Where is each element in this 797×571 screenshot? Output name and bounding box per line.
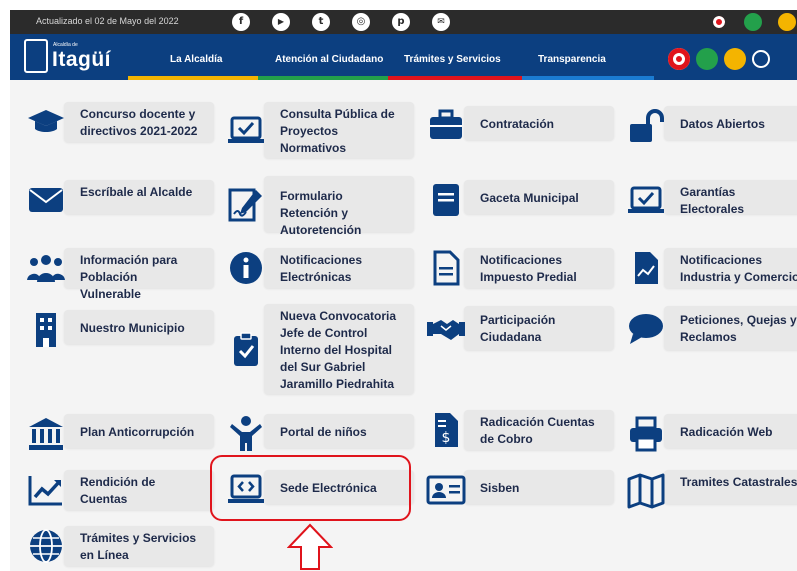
- tile-label: Plan Anticorrupción: [80, 424, 195, 439]
- svg-text:$: $: [442, 430, 451, 446]
- twitter-icon[interactable]: t: [312, 13, 330, 31]
- id-card-icon: [426, 470, 466, 515]
- tile-label: Garantías Electorales: [680, 185, 745, 216]
- mail-icon[interactable]: ✉: [432, 13, 450, 31]
- logo-text: Itagüí: [52, 48, 111, 71]
- chart-line-icon: [26, 470, 66, 515]
- tile-label: Participación Ciudadana: [480, 313, 556, 344]
- main-header: Alcaldía de Itagüí La Alcaldía Atención …: [10, 34, 797, 80]
- tile-label: Notificaciones Impuesto Predial: [480, 253, 577, 284]
- crest-icon: [24, 39, 48, 73]
- signature-icon: [226, 184, 266, 229]
- laptop-check-icon: [226, 110, 266, 155]
- people-icon: [26, 248, 66, 293]
- tile-label: Formulario Retención y Autoretención: [280, 189, 362, 237]
- tile-label: Sisben: [480, 480, 520, 495]
- handshake-icon: [426, 308, 466, 353]
- top-info-bar: Actualizado el 02 de Mayo del 2022 f ▶ t…: [10, 10, 797, 34]
- clipboard-check-icon: [226, 329, 266, 374]
- info-icon: [226, 248, 266, 293]
- child-icon: [226, 414, 266, 459]
- eye-accessibility-icon[interactable]: [710, 13, 728, 31]
- briefcase-icon: [426, 106, 466, 151]
- tile-label: Radicación Cuentas de Cobro: [480, 415, 595, 446]
- printer-icon: [626, 414, 666, 459]
- tile-label: Concurso docente y directivos 2021-2022: [80, 107, 198, 138]
- tile-label: Tramites Catastrales: [680, 475, 797, 489]
- document-icon: [426, 248, 466, 293]
- graduation-cap-icon: [26, 102, 66, 147]
- envelope-icon: [26, 180, 66, 225]
- tile-label: Contratación: [480, 116, 555, 131]
- sign-language-icon[interactable]: [744, 13, 762, 31]
- tile-label: Rendición de Cuentas: [80, 475, 156, 506]
- eye-accessibility-icon[interactable]: [668, 48, 690, 70]
- tile-label: Información para Población Vulnerable: [80, 253, 178, 301]
- tile-label: Trámites y Servicios en Línea: [80, 531, 197, 562]
- nav-atencion-ciudadano[interactable]: Atención al Ciudadano: [275, 54, 383, 65]
- pinterest-icon[interactable]: p: [392, 13, 410, 31]
- tile-label: Nuestro Municipio: [80, 320, 185, 335]
- up-arrow-icon: [287, 523, 333, 570]
- tile-label: Notificaciones Industria y Comercio: [680, 253, 797, 284]
- sign-language-icon[interactable]: [696, 48, 718, 70]
- tile-label: Notificaciones Electrónicas: [280, 253, 363, 284]
- tile-label: Datos Abiertos: [680, 116, 765, 131]
- laptop-check-icon: [626, 180, 666, 225]
- tile-label: Radicación Web: [680, 424, 773, 439]
- invoice-icon: $: [426, 410, 466, 455]
- update-date: Actualizado el 02 de Mayo del 2022: [36, 16, 179, 26]
- magnifier-icon[interactable]: [752, 50, 770, 68]
- tile-label: Peticiones, Quejas y Reclamos: [680, 313, 797, 344]
- building-icon: [26, 310, 66, 355]
- sede-electronica-highlight: [210, 455, 411, 521]
- instagram-icon[interactable]: ◎: [352, 13, 370, 31]
- youtube-icon[interactable]: ▶: [272, 13, 290, 31]
- tile-label: Gaceta Municipal: [480, 190, 579, 205]
- itagui-logo[interactable]: Alcaldía de Itagüí: [24, 39, 111, 75]
- map-icon: [626, 470, 666, 515]
- nav-transparencia[interactable]: Transparencia: [538, 54, 606, 65]
- globe-icon: [26, 526, 66, 571]
- tile-label: Portal de niños: [280, 424, 367, 439]
- unlock-icon: [626, 106, 666, 151]
- book-icon: [426, 180, 466, 225]
- wheelchair-icon[interactable]: [778, 13, 796, 31]
- tile-label: Nueva Convocatoria Jefe de Control Inter…: [280, 309, 397, 391]
- document-chart-icon: [626, 248, 666, 293]
- tile-label: Escríbale al Alcalde: [80, 185, 193, 199]
- bank-icon: [26, 414, 66, 459]
- nav-tramites-servicios[interactable]: Trámites y Servicios: [404, 54, 501, 65]
- nav-la-alcaldia[interactable]: La Alcaldía: [170, 54, 222, 65]
- wheelchair-icon[interactable]: [724, 48, 746, 70]
- chat-icon: [626, 308, 666, 353]
- facebook-icon[interactable]: f: [232, 13, 250, 31]
- tile-label: Consulta Pública de Proyectos Normativos: [280, 107, 395, 155]
